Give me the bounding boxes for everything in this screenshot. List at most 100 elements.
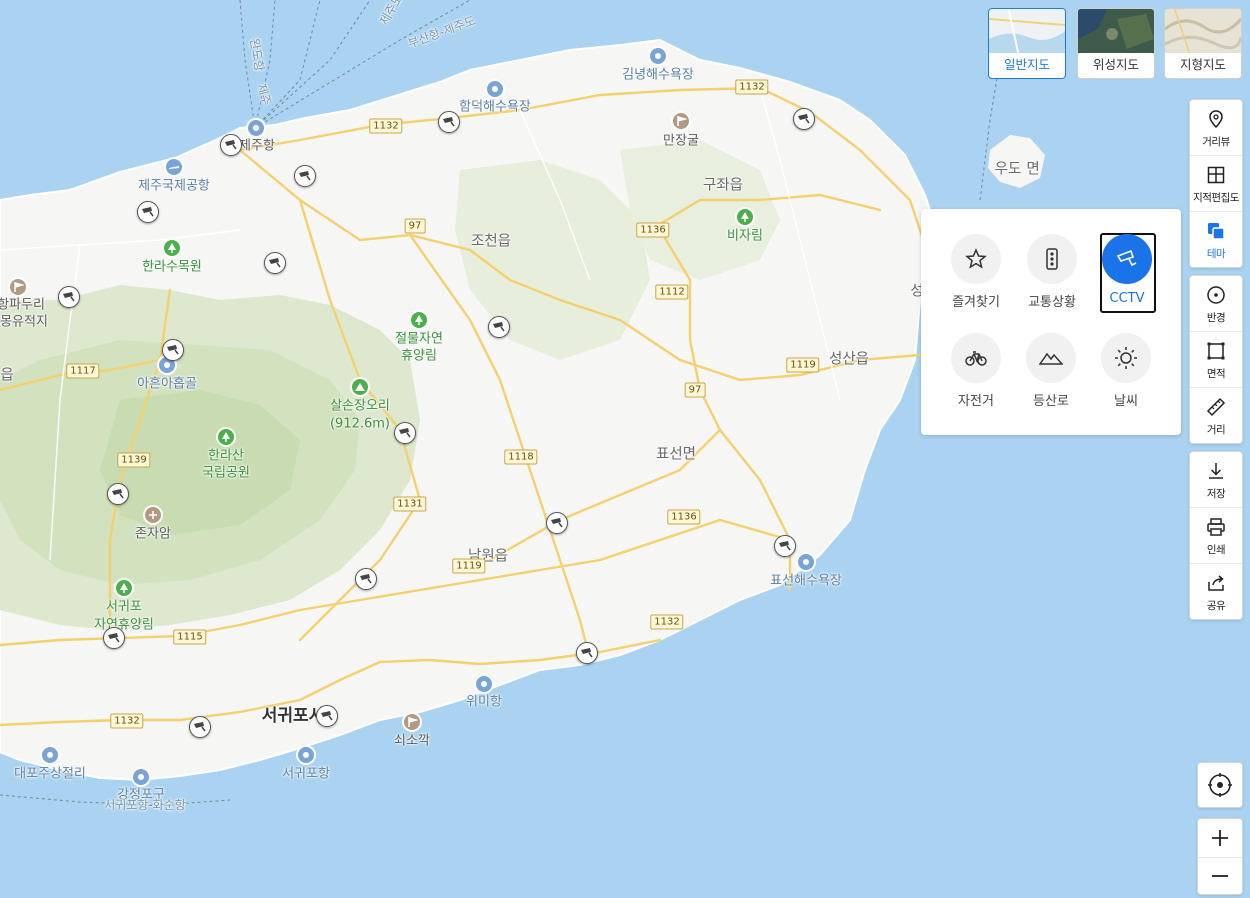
- route-shield: 1119: [786, 357, 820, 373]
- label-gimnyeong: 김녕해수욕장: [622, 67, 694, 83]
- map-type-satellite-button[interactable]: 위성지도: [1077, 8, 1155, 79]
- town-label-gujwa: 구좌읍: [702, 177, 744, 194]
- theme-hiking-button[interactable]: 등산로: [1013, 333, 1089, 423]
- label-halla-2: 국립공원: [202, 465, 250, 481]
- area-button[interactable]: 면적: [1190, 332, 1242, 388]
- theme-cctv-label: CCTV: [1109, 291, 1145, 306]
- label-jeju-port: 제주항: [239, 138, 275, 154]
- temple-icon[interactable]: [145, 507, 161, 523]
- label-soesokkak: 쇠소깍: [394, 733, 430, 749]
- cctv-marker-icon[interactable]: [107, 483, 129, 505]
- label-daepo: 대포주상절리: [14, 766, 86, 782]
- label-jonjaam: 존자암: [135, 526, 171, 542]
- label-hamdeok: 함덕해수욕장: [459, 99, 531, 115]
- route-shield: 1115: [173, 629, 207, 645]
- route-shield: 1112: [655, 284, 689, 300]
- cctv-marker-icon[interactable]: [137, 201, 159, 223]
- mountain-icon[interactable]: [352, 379, 368, 395]
- cctv-marker-icon[interactable]: [220, 134, 242, 156]
- map-type-general-button[interactable]: 일반지도: [988, 8, 1066, 79]
- sun-icon: [1115, 347, 1137, 369]
- street-view-button[interactable]: 거리뷰: [1190, 100, 1242, 156]
- label-seogwipo-forest-2: 자연휴양림: [94, 617, 154, 633]
- map-base: [0, 0, 1250, 898]
- toolbar-group-output: 저장 인쇄 공유: [1189, 451, 1243, 620]
- label-aeup: 읍: [0, 367, 14, 384]
- label-salson-1: 살손장오리: [330, 398, 390, 414]
- theme-label: 테마: [1206, 248, 1226, 260]
- beach-icon[interactable]: [798, 554, 814, 570]
- theme-favorites-button[interactable]: 즐겨찾기: [938, 234, 1014, 324]
- cctv-marker-icon[interactable]: [294, 165, 316, 187]
- theme-favorites-label: 즐겨찾기: [952, 295, 1000, 310]
- port-icon[interactable]: [133, 769, 149, 785]
- cctv-marker-icon[interactable]: [355, 568, 377, 590]
- cctv-marker-icon[interactable]: [58, 286, 80, 308]
- port-icon[interactable]: [298, 747, 314, 763]
- theme-cctv-button[interactable]: CCTV: [1089, 233, 1165, 324]
- cctv-marker-icon[interactable]: [488, 316, 510, 338]
- theme-button[interactable]: 테마: [1190, 212, 1242, 267]
- cctv-marker-icon[interactable]: [438, 111, 460, 133]
- forest-icon[interactable]: [164, 240, 180, 256]
- forest-icon[interactable]: [411, 312, 427, 328]
- map-canvas[interactable]: 조천읍 구좌읍 성산읍 표선면 남원읍 서귀포시 제주항 제주국제공항 한라수목…: [0, 0, 1250, 898]
- zoom-in-button[interactable]: [1198, 819, 1242, 858]
- map-type-terrain-label: 지형지도: [1179, 57, 1226, 72]
- share-button[interactable]: 공유: [1190, 564, 1242, 619]
- cctv-camera-icon: [1116, 249, 1137, 267]
- cctv-marker-icon[interactable]: [103, 627, 125, 649]
- beach-icon[interactable]: [487, 81, 503, 97]
- label-hangpadu-1: 항파두리: [0, 297, 45, 313]
- zoom-out-button[interactable]: [1198, 857, 1242, 895]
- street-view-label: 거리뷰: [1202, 136, 1230, 148]
- label-jeolmul-2: 휴양림: [401, 348, 437, 364]
- mountain-trail-icon: [1039, 352, 1063, 365]
- map-type-terrain-button[interactable]: 지형지도: [1164, 8, 1242, 79]
- plus-icon: [1212, 830, 1228, 846]
- theme-layers-icon: [1208, 223, 1225, 240]
- route-shield: 97: [404, 218, 426, 234]
- route-shield: 1117: [66, 363, 100, 379]
- cctv-marker-icon[interactable]: [394, 422, 416, 444]
- landmark-flag-icon[interactable]: [404, 714, 420, 730]
- port-icon[interactable]: [248, 120, 264, 136]
- save-button[interactable]: 저장: [1190, 452, 1242, 508]
- theme-traffic-button[interactable]: 교통상황: [1014, 234, 1090, 324]
- cctv-marker-icon[interactable]: [162, 339, 184, 361]
- port-icon[interactable]: [476, 676, 492, 692]
- label-ferry-route-bottom: 서귀포항-화순항: [104, 798, 186, 813]
- print-label: 인쇄: [1206, 544, 1226, 556]
- airport-icon[interactable]: [166, 159, 182, 175]
- cctv-marker-icon[interactable]: [576, 642, 598, 664]
- viewpoint-icon[interactable]: [42, 747, 58, 763]
- cctv-marker-icon[interactable]: [189, 716, 211, 738]
- cctv-marker-icon[interactable]: [316, 705, 338, 727]
- print-button[interactable]: 인쇄: [1190, 508, 1242, 564]
- cctv-marker-icon[interactable]: [264, 252, 286, 274]
- route-shield: 1132: [110, 713, 144, 729]
- forest-icon[interactable]: [218, 429, 234, 445]
- theme-weather-button[interactable]: 날씨: [1088, 333, 1164, 423]
- town-label-seongsan: 성산읍: [828, 351, 870, 368]
- forest-icon[interactable]: [737, 209, 753, 225]
- forest-icon[interactable]: [116, 580, 132, 596]
- beach-icon[interactable]: [650, 48, 666, 64]
- bicycle-icon: [965, 351, 987, 366]
- cctv-marker-icon[interactable]: [793, 108, 815, 130]
- radius-button[interactable]: 반경: [1190, 276, 1242, 332]
- route-shield: 1139: [117, 452, 151, 468]
- landmark-flag-icon[interactable]: [673, 113, 689, 129]
- distance-button[interactable]: 거리: [1190, 388, 1242, 443]
- cctv-marker-icon[interactable]: [546, 512, 568, 534]
- cctv-marker-icon[interactable]: [774, 535, 796, 557]
- town-label-jocheon: 조천읍: [470, 233, 512, 250]
- theme-panel: 즐겨찾기 교통상황 CCTV 자전거 등산로 날씨: [921, 209, 1181, 435]
- save-label: 저장: [1206, 488, 1226, 500]
- landmark-flag-icon[interactable]: [10, 279, 26, 295]
- cadastral-map-button[interactable]: 지적편집도: [1190, 156, 1242, 212]
- theme-bicycle-label: 자전거: [958, 394, 994, 409]
- theme-bicycle-button[interactable]: 자전거: [938, 333, 1014, 423]
- theme-hiking-label: 등산로: [1033, 394, 1069, 409]
- current-location-button[interactable]: [1197, 762, 1243, 808]
